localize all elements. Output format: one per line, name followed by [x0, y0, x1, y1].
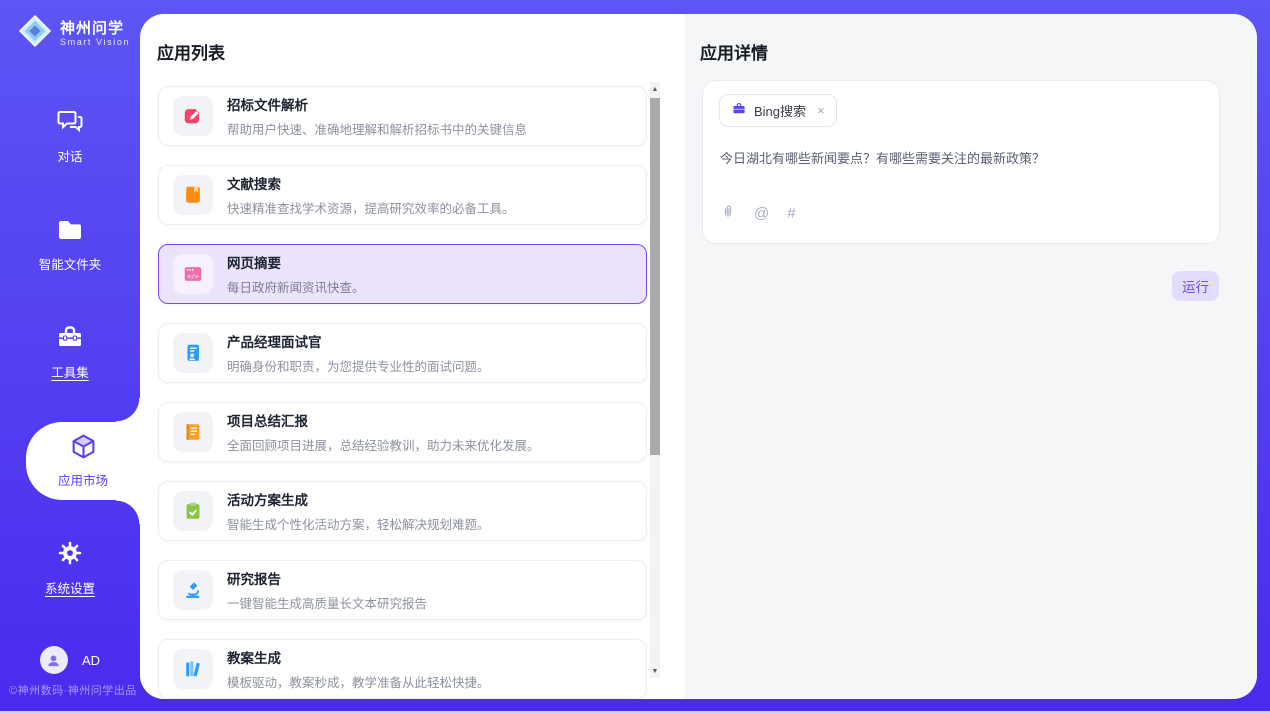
scrollbar-up-arrow[interactable]: ▲: [650, 82, 660, 96]
app-card-research-report[interactable]: 研究报告 一键智能生成高质量长文本研究报告: [158, 560, 647, 620]
app-card-lesson-plan[interactable]: 教案生成 模板驱动，教案秒成，教学准备从此轻松快捷。: [158, 639, 647, 699]
books-icon: [173, 649, 213, 689]
toolbox-icon: [56, 324, 84, 355]
app-card-event-plan[interactable]: 活动方案生成 智能生成个性化活动方案，轻松解决规划难题。: [158, 481, 647, 541]
edit-square-icon: [173, 96, 213, 136]
list-scrollbar[interactable]: ▲ ▼: [650, 82, 660, 678]
main-content: 应用列表 招标文件解析 帮助用户快速、准确地理解和解析招标书中的关键信息: [140, 14, 1257, 699]
svg-text:</>: </>: [187, 272, 199, 280]
active-tab-bottom-fillet: [116, 500, 140, 524]
notebook-icon: [173, 412, 213, 452]
scrollbar-thumb[interactable]: [650, 98, 660, 455]
sidebar-item-label: 对话: [57, 146, 82, 165]
chip-close-icon[interactable]: ×: [817, 103, 825, 118]
app-card-desc: 帮助用户快速、准确地理解和解析招标书中的关键信息: [227, 119, 527, 138]
gear-icon: [57, 540, 83, 571]
run-button[interactable]: 运行: [1172, 271, 1219, 301]
sidebar-item-label: 工具集: [51, 362, 89, 381]
app-card-title: 项目总结汇报: [227, 410, 540, 430]
sidebar-item-chat[interactable]: 对话: [0, 108, 140, 165]
app-detail-panel: 应用详情 Bing搜索 × 今日湖北有哪些新闻要点？有哪些需要关注的最新政策？: [685, 14, 1257, 699]
app-card-desc: 每日政府新闻资讯快查。: [227, 277, 365, 296]
app-card-title: 研究报告: [227, 568, 427, 588]
active-tab-top-fillet: [116, 398, 140, 422]
hashtag-icon[interactable]: #: [787, 205, 795, 222]
cube-icon: [70, 433, 97, 465]
app-card-bid-parsing[interactable]: 招标文件解析 帮助用户快速、准确地理解和解析招标书中的关键信息: [158, 86, 647, 146]
app-card-desc: 快速精准查找学术资源，提高研究效率的必备工具。: [227, 198, 515, 217]
app-card-desc: 模板驱动，教案秒成，教学准备从此轻松快捷。: [227, 672, 490, 691]
briefcase-icon: [731, 101, 747, 121]
app-list-panel: 应用列表 招标文件解析 帮助用户快速、准确地理解和解析招标书中的关键信息: [140, 14, 685, 699]
brand-logo: 神州问学 Smart Vision: [18, 14, 130, 53]
folder-icon: [56, 218, 84, 247]
sidebar: 神州问学 Smart Vision 对话 智能文件夹: [0, 0, 140, 714]
attachment-toolbar: @ #: [720, 202, 796, 225]
app-card-literature-search[interactable]: 文献搜索 快速精准查找学术资源，提高研究效率的必备工具。: [158, 165, 647, 225]
copyright-footer: ©神州数码·神州问学出品: [9, 682, 137, 698]
chat-icon: [56, 108, 84, 139]
prompt-card[interactable]: Bing搜索 × 今日湖北有哪些新闻要点？有哪些需要关注的最新政策？ @ #: [702, 80, 1220, 244]
app-card-desc: 智能生成个性化活动方案，轻松解决规划难题。: [227, 514, 490, 533]
sidebar-item-app-market[interactable]: 应用市场: [26, 422, 140, 500]
interviewer-icon: [173, 333, 213, 373]
scrollbar-down-arrow[interactable]: ▼: [650, 664, 660, 678]
app-card-list: 招标文件解析 帮助用户快速、准确地理解和解析招标书中的关键信息 文献搜索 快速精…: [158, 86, 647, 699]
app-card-title: 活动方案生成: [227, 489, 490, 509]
paperclip-icon[interactable]: [720, 202, 736, 225]
microscope-icon: [173, 570, 213, 610]
sidebar-item-label: 系统设置: [45, 578, 95, 597]
app-card-desc: 一键智能生成高质量长文本研究报告: [227, 593, 427, 612]
sidebar-item-label: 应用市场: [58, 470, 108, 489]
app-card-pm-interviewer[interactable]: 产品经理面试官 明确身份和职责，为您提供专业性的面试问题。: [158, 323, 647, 383]
user-account[interactable]: AD: [0, 646, 140, 674]
app-detail-title: 应用详情: [700, 39, 768, 64]
prompt-input[interactable]: 今日湖北有哪些新闻要点？有哪些需要关注的最新政策？: [720, 149, 1204, 169]
mention-icon[interactable]: @: [754, 205, 769, 222]
app-list-title: 应用列表: [157, 39, 225, 64]
brand-name: 神州问学: [60, 20, 130, 37]
brand-subtitle: Smart Vision: [60, 37, 130, 47]
tool-chip-label: Bing搜索: [754, 101, 806, 120]
user-name: AD: [82, 653, 100, 668]
app-card-title: 网页摘要: [227, 252, 365, 272]
app-card-web-summary[interactable]: </> 网页摘要 每日政府新闻资讯快查。: [158, 244, 647, 304]
app-card-title: 文献搜索: [227, 173, 515, 193]
sidebar-item-toolset[interactable]: 工具集: [0, 324, 140, 381]
sidebar-item-smart-folder[interactable]: 智能文件夹: [0, 218, 140, 273]
app-card-desc: 明确身份和职责，为您提供专业性的面试问题。: [227, 356, 490, 375]
app-card-project-summary[interactable]: 项目总结汇报 全面回顾项目进展，总结经验教训，助力未来优化发展。: [158, 402, 647, 462]
book-icon: [173, 175, 213, 215]
sidebar-item-settings[interactable]: 系统设置: [0, 540, 140, 597]
browser-code-icon: </>: [173, 254, 213, 294]
app-card-title: 教案生成: [227, 647, 490, 667]
app-card-title: 招标文件解析: [227, 94, 527, 114]
diamond-logo-icon: [18, 14, 52, 53]
app-card-desc: 全面回顾项目进展，总结经验教训，助力未来优化发展。: [227, 435, 540, 454]
clipboard-check-icon: [173, 491, 213, 531]
sidebar-item-label: 智能文件夹: [39, 254, 102, 273]
avatar: [40, 646, 68, 674]
tool-chip-bing-search[interactable]: Bing搜索 ×: [719, 94, 837, 127]
app-card-title: 产品经理面试官: [227, 331, 490, 351]
